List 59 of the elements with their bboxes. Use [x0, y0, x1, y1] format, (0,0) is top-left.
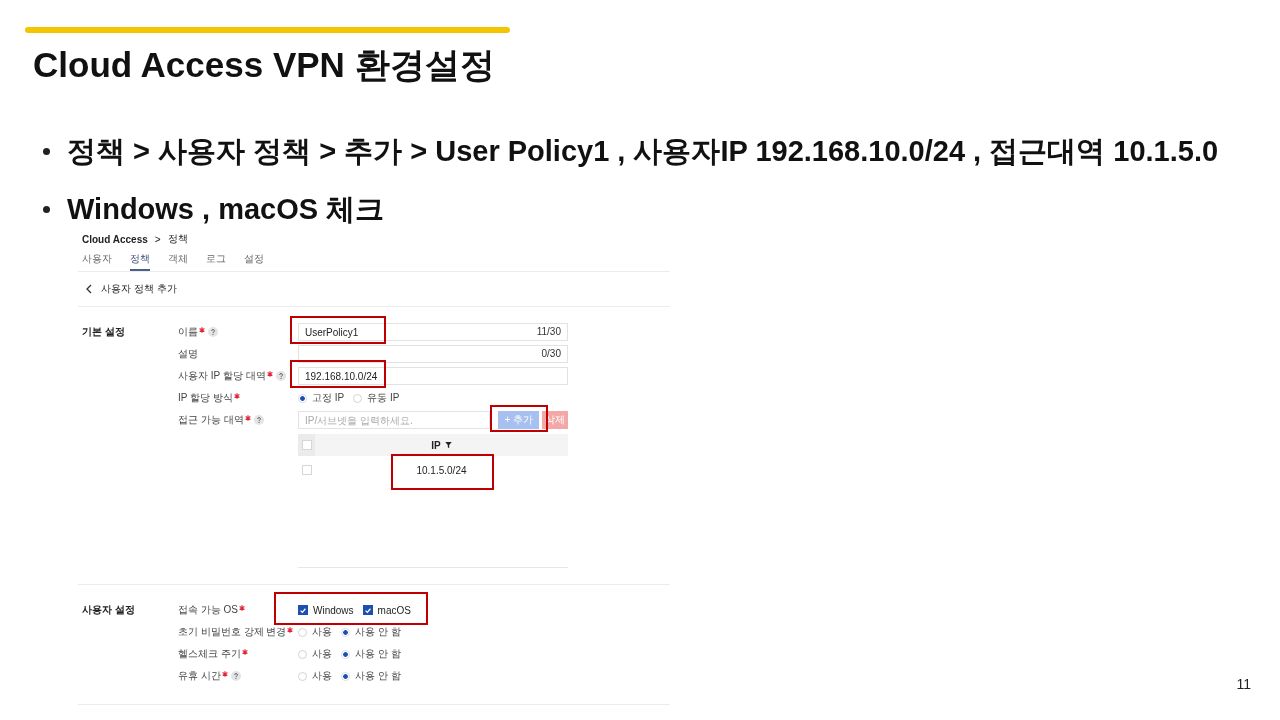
field-label: 접속 가능 OS	[178, 603, 238, 617]
section-title: 기본 설정	[82, 325, 126, 339]
tab[interactable]: 설정	[244, 253, 264, 271]
section-title: 사용자 설정	[82, 603, 136, 617]
checkbox-label[interactable]: Windows	[313, 604, 354, 616]
field-label: 접근 가능 대역	[178, 413, 244, 427]
bullet-icon	[43, 205, 50, 213]
radio-label[interactable]: 사용 안 함	[355, 647, 401, 661]
tab[interactable]: 정책	[130, 253, 150, 271]
page-heading: 사용자 정책 추가	[101, 282, 177, 296]
help-icon[interactable]	[208, 327, 218, 337]
breadcrumb-current: 정책	[167, 232, 188, 246]
radio-button[interactable]	[341, 649, 350, 659]
radio-button[interactable]	[298, 393, 307, 403]
radio-label[interactable]: 사용 안 함	[355, 669, 401, 683]
bullet-text: 정책 > 사용자 정책 > 추가 > User Policy1 , 사용자IP 192.168.10.0/24 , 접근대역 10.1.5.0	[67, 134, 1219, 169]
text-field[interactable]	[298, 345, 568, 363]
tab[interactable]: 로그	[206, 253, 226, 271]
bullet-icon	[43, 147, 50, 155]
slide-title: Cloud Access VPN 환경설정	[33, 45, 495, 85]
help-icon[interactable]	[275, 371, 286, 381]
radio-label[interactable]: 사용	[312, 647, 332, 661]
radio-button[interactable]	[298, 649, 307, 659]
field-label: IP 할당 방식	[178, 391, 233, 405]
radio-label[interactable]: 사용	[312, 669, 332, 683]
back-button[interactable]	[86, 284, 92, 294]
field-label: 초기 비밀번호 강제 변경	[178, 625, 287, 639]
character-counter: 0/30	[541, 348, 561, 360]
filter-icon[interactable]	[444, 441, 452, 449]
chevron-left-icon	[86, 284, 92, 294]
character-counter: 11/30	[536, 326, 561, 338]
checkbox[interactable]	[298, 605, 308, 615]
radio-label[interactable]: 유동 IP	[367, 391, 400, 405]
breadcrumb-link[interactable]: Cloud Access	[82, 233, 148, 245]
checkbox[interactable]	[362, 605, 373, 615]
tab[interactable]: 객체	[168, 253, 188, 271]
radio-label[interactable]: 고정 IP	[312, 391, 345, 405]
field-label: 설명	[178, 347, 198, 361]
radio-label[interactable]: 사용 안 함	[355, 625, 401, 639]
help-icon[interactable]	[253, 415, 264, 425]
radio-button[interactable]	[341, 627, 350, 637]
radio-label[interactable]: 사용	[312, 625, 332, 639]
radio-button[interactable]	[353, 393, 363, 403]
field-label: 이름	[178, 325, 198, 339]
radio-button[interactable]	[341, 671, 350, 681]
table-cell-text: 10.1.5.0/24	[415, 463, 468, 478]
bullet-text: Windows , macOS 체크	[67, 192, 385, 227]
breadcrumb-separator: >	[154, 233, 161, 245]
ip-input-field[interactable]: IP/서브넷을 입력하세요.	[298, 411, 491, 429]
text-field[interactable]: 192.168.10.0/24	[298, 367, 568, 385]
field-label: 사용자 IP 할당 대역	[178, 369, 266, 383]
checkbox-label[interactable]: macOS	[377, 604, 411, 616]
page-number: 11	[1236, 677, 1251, 691]
radio-button[interactable]	[298, 627, 307, 637]
tab[interactable]: 사용자	[82, 253, 112, 271]
radio-button[interactable]	[298, 671, 307, 681]
field-label: 유휴 시간	[178, 669, 221, 683]
field-label: 헬스체크 주기	[178, 647, 241, 661]
help-icon[interactable]	[230, 671, 241, 681]
